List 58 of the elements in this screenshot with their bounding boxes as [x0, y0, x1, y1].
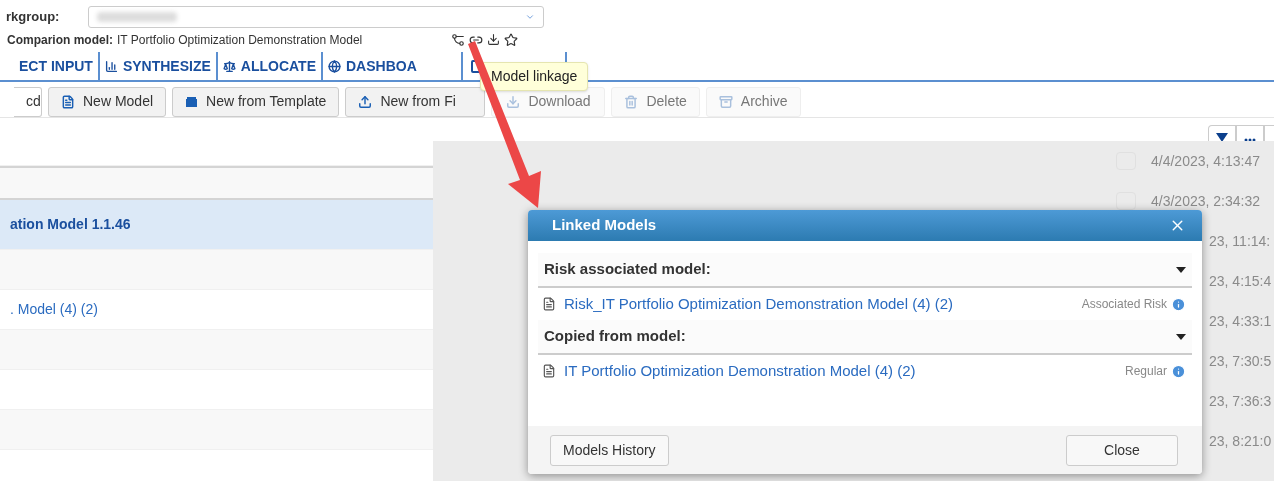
ellipsis-icon: [1244, 138, 1256, 142]
date-cell-text: 23, 11:14:: [1209, 231, 1271, 251]
model-link[interactable]: Risk_IT Portfolio Optimization Demonstration Model (4) (2): [564, 292, 954, 316]
archive-icon: [718, 94, 733, 109]
folder-icon: [185, 95, 199, 108]
model-type: Regular: [1124, 363, 1167, 380]
document-icon: [542, 364, 556, 378]
tab[interactable]: ALLOCATE: [217, 52, 323, 80]
model-name: . Model (4) (2): [10, 300, 98, 319]
close-button[interactable]: Close: [1066, 434, 1178, 466]
dialog-title: Linked Models: [552, 215, 657, 236]
table-row[interactable]: ation Model 1.1.46: [0, 200, 433, 250]
history-button[interactable]: Models History: [550, 434, 669, 466]
tab[interactable]: ECT INPUT: [14, 52, 100, 80]
section-title: Copied from model:: [544, 326, 686, 347]
date-cell-text: 23, 4:33:1: [1209, 311, 1272, 331]
table-row[interactable]: [0, 250, 433, 290]
branch-icon[interactable]: [451, 33, 465, 47]
star-icon[interactable]: [504, 33, 518, 47]
date-cell-text: 23, 7:30:5: [1209, 351, 1272, 371]
globe-icon: [328, 59, 341, 73]
comparion-model-name: IT Portfolio Optimization Demonstration Model: [117, 32, 364, 49]
upload-icon: [358, 94, 373, 109]
chart-icon: [104, 59, 118, 73]
date-cell-text: 4/3/2023, 2:34:32: [1151, 191, 1260, 211]
info-icon[interactable]: [1171, 296, 1186, 312]
scale-icon: [222, 59, 236, 73]
download-icon: [506, 94, 521, 109]
tooltip: Model linkage: [480, 62, 589, 91]
model-name: ation Model 1.1.46: [10, 215, 131, 234]
comparion-model-label: Comparion model:: [7, 32, 113, 49]
toolbar-button[interactable]: cd: [14, 86, 42, 117]
caret-icon: [1176, 266, 1186, 273]
workgroup-label: rkgroup:: [5, 8, 61, 27]
workgroup-select[interactable]: [88, 6, 544, 28]
date-cell-text: 23, 8:21:0: [1209, 431, 1272, 451]
tab[interactable]: DASHBOA: [323, 52, 463, 80]
table-header[interactable]: [0, 166, 433, 200]
dropdown-icon: [525, 12, 535, 22]
link-icon[interactable]: [469, 33, 483, 47]
date-cell-text: 4/4/2023, 4:13:47: [1151, 151, 1260, 171]
section-header[interactable]: Risk associated model:: [538, 253, 1192, 288]
document-icon: [542, 297, 556, 311]
info-icon[interactable]: [1171, 363, 1186, 379]
trash-icon: [624, 94, 639, 109]
download-icon[interactable]: [487, 33, 500, 46]
toolbar-button[interactable]: New from Template: [172, 86, 340, 117]
file-icon: [61, 94, 75, 109]
model-type: Associated Risk: [1081, 296, 1167, 313]
toolbar-button[interactable]: New from Fi: [345, 86, 486, 117]
date-cell-text: 23, 4:15:4: [1209, 271, 1272, 291]
model-link[interactable]: IT Portfolio Optimization Demonstration Model (4) (2): [564, 359, 916, 383]
section-title: Risk associated model:: [544, 259, 711, 280]
section-header[interactable]: Copied from model:: [538, 320, 1192, 355]
date-cell-text: 23, 7:36:3: [1209, 391, 1272, 411]
tab[interactable]: SYNTHESIZE: [99, 52, 218, 80]
caret-icon: [1176, 333, 1186, 340]
toolbar-button[interactable]: New Model: [48, 86, 167, 117]
